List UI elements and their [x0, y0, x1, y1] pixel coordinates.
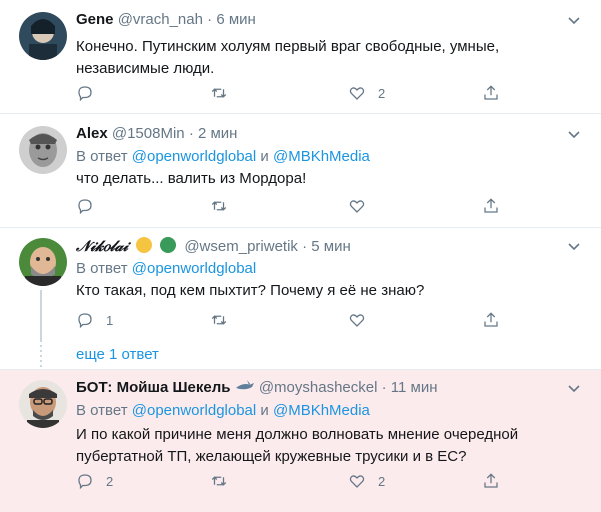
share-button[interactable] [482, 195, 500, 217]
avatar[interactable] [19, 380, 67, 428]
tweet-header: 𝒩𝒾𝓀𝑜𝓁𝒶𝒾 @wsem_priwetik · 5 мин [76, 236, 351, 257]
timestamp[interactable]: 6 мин [216, 11, 256, 28]
tweet-header: Alex @1508Min · 2 мин [76, 124, 237, 144]
retweet-icon [211, 88, 227, 98]
share-button[interactable] [482, 309, 500, 331]
retweet-icon [211, 476, 227, 486]
timestamp[interactable]: 2 мин [198, 125, 238, 142]
share-icon [484, 85, 498, 100]
thread-line [40, 290, 42, 340]
reply-to-line: В ответ @openworldglobal и @MBKhMedia [76, 401, 370, 421]
tweet-text: Конечно. Путинским холуям первый враг св… [76, 38, 500, 77]
globe-emoji-icon [160, 237, 177, 253]
reply-button[interactable] [76, 82, 106, 104]
reply-count: 1 [106, 312, 114, 328]
retweet-icon [211, 201, 227, 211]
user-handle[interactable]: @1508Min [112, 125, 185, 142]
user-handle[interactable]: @moyshasheckel [259, 379, 378, 396]
retweet-button[interactable] [210, 309, 240, 331]
separator-dot: · [188, 125, 194, 142]
share-button[interactable] [482, 82, 500, 104]
tweet-header: Gene @vrach_nah · 6 мин [76, 10, 256, 30]
display-name[interactable]: Alex [76, 125, 108, 142]
reply-icon [78, 474, 92, 490]
more-replies-row[interactable]: еще 1 ответ [0, 340, 601, 370]
display-name[interactable]: БОТ: Мойша Шекель [76, 379, 230, 396]
reply-button[interactable]: 1 [76, 309, 113, 331]
mention-link[interactable]: @MBKhMedia [273, 402, 370, 419]
like-button[interactable] [348, 195, 378, 217]
like-icon [349, 200, 365, 213]
share-icon [484, 312, 498, 327]
mention-link[interactable]: @openworldglobal [132, 260, 256, 277]
reply-prefix: В ответ [76, 148, 128, 165]
avatar[interactable] [19, 126, 67, 174]
tweet-bot-highlighted[interactable]: БОТ: Мойша Шекель @moyshasheckel · 11 ми… [0, 370, 601, 512]
reply-button[interactable]: 2 [76, 470, 113, 492]
retweet-button[interactable] [210, 82, 240, 104]
reply-icon [78, 199, 92, 215]
avatar[interactable] [19, 12, 67, 60]
like-icon [349, 314, 365, 327]
mention-link[interactable]: @MBKhMedia [273, 148, 370, 165]
like-count: 2 [378, 473, 386, 489]
reply-conjunction: и [260, 402, 269, 419]
tweet-gene[interactable]: Gene @vrach_nah · 6 мин Конечно. Путинск… [0, 0, 601, 114]
like-icon [349, 475, 365, 488]
like-count: 2 [378, 85, 386, 101]
mention-link[interactable]: @openworldglobal [132, 148, 256, 165]
like-icon [349, 87, 365, 100]
reply-to-line: В ответ @openworldglobal и @MBKhMedia [76, 147, 370, 167]
reply-to-line: В ответ @openworldglobal [76, 259, 256, 279]
reply-count: 2 [106, 473, 114, 489]
tweet-actions [76, 195, 516, 217]
chevron-down-icon[interactable] [567, 13, 581, 27]
like-button[interactable]: 2 [348, 470, 385, 492]
reply-button[interactable] [76, 195, 106, 217]
retweet-button[interactable] [210, 195, 240, 217]
separator-dot: · [302, 238, 308, 255]
reply-prefix: В ответ [76, 260, 128, 277]
chevron-down-icon[interactable] [567, 381, 581, 395]
fist-emoji-icon [135, 237, 152, 253]
separator-dot: · [207, 11, 213, 28]
reply-icon [78, 86, 92, 102]
share-icon [484, 473, 498, 488]
retweet-button[interactable] [210, 470, 240, 492]
tweet-header: БОТ: Мойша Шекель @moyshasheckel · 11 ми… [76, 378, 438, 398]
tweet-actions: 2 2 [76, 470, 516, 492]
reply-conjunction: и [260, 148, 269, 165]
avatar[interactable] [19, 238, 67, 286]
tweet-actions: 1 [76, 309, 516, 331]
share-button[interactable] [482, 470, 500, 492]
mention-link[interactable]: @openworldglobal [132, 402, 256, 419]
retweet-icon [211, 315, 227, 325]
share-icon [484, 198, 498, 213]
tweet-text: И по какой причине меня должно волновать… [76, 426, 519, 465]
display-name[interactable]: 𝒩𝒾𝓀𝑜𝓁𝒶𝒾 [76, 237, 128, 255]
reply-prefix: В ответ [76, 402, 128, 419]
chevron-down-icon[interactable] [567, 127, 581, 141]
tweet-alex[interactable]: Alex @1508Min · 2 мин В ответ @openworld… [0, 114, 601, 228]
like-button[interactable] [348, 309, 378, 331]
timestamp[interactable]: 11 мин [391, 379, 438, 396]
timestamp[interactable]: 5 мин [311, 238, 351, 255]
shark-emoji-icon [235, 380, 254, 390]
display-name[interactable]: Gene [76, 11, 114, 28]
separator-dot: · [381, 379, 387, 396]
chevron-down-icon[interactable] [567, 239, 581, 253]
tweet-nikolai[interactable]: 𝒩𝒾𝓀𝑜𝓁𝒶𝒾 @wsem_priwetik · 5 мин В ответ @… [0, 228, 601, 340]
reply-icon [78, 313, 92, 329]
tweet-text: Кто такая, под кем пыхтит? Почему я её н… [76, 282, 425, 299]
tweet-actions: 2 [76, 82, 516, 104]
user-handle[interactable]: @wsem_priwetik [184, 238, 298, 255]
show-more-replies-link[interactable]: еще 1 ответ [76, 346, 159, 363]
like-button[interactable]: 2 [348, 82, 385, 104]
user-handle[interactable]: @vrach_nah [118, 11, 203, 28]
tweet-text: что делать... валить из Мордора! [76, 170, 307, 187]
thread-dots [40, 340, 42, 368]
